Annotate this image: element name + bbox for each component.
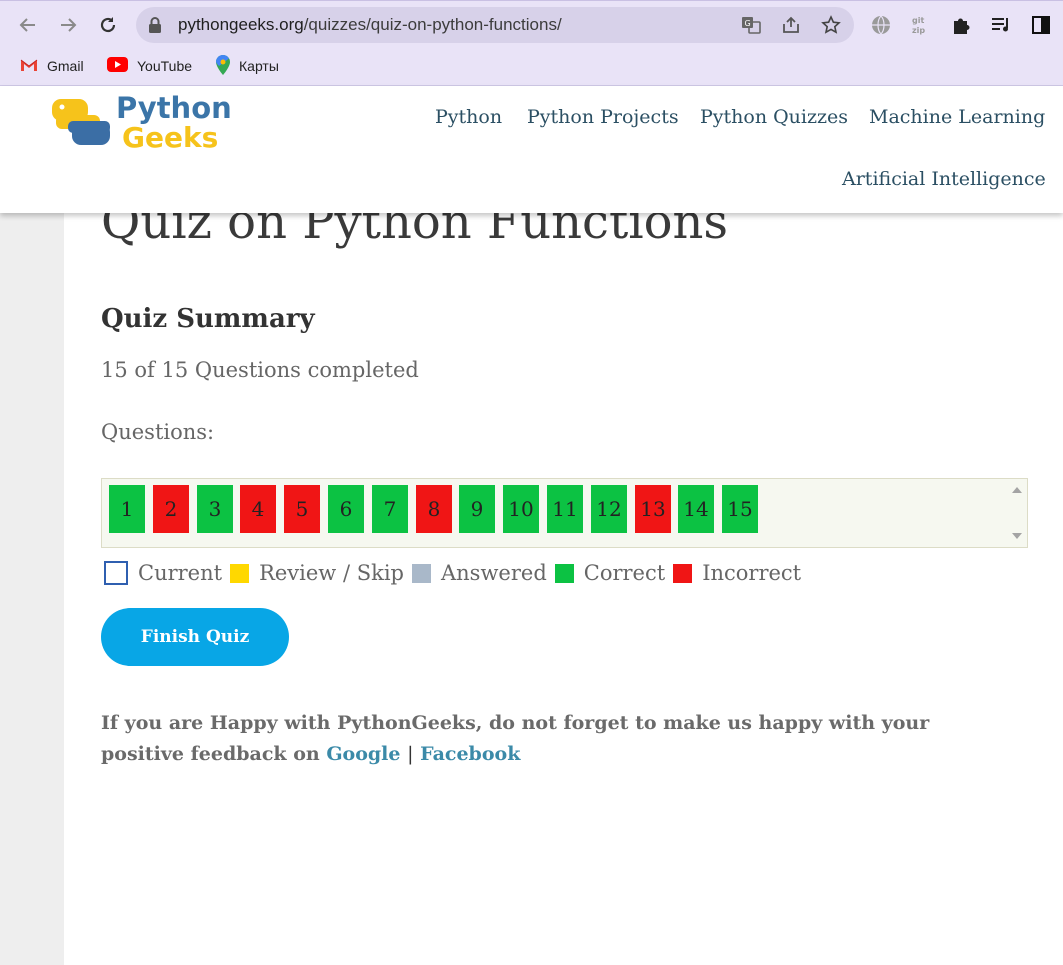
media-playlist-icon[interactable] [989,13,1013,37]
question-8-button[interactable]: 8 [416,485,452,533]
link-separator: | [407,743,414,765]
legend-answered-swatch [411,563,431,583]
logo-text-geeks: Geeks [122,121,219,154]
legend-incorrect-label: Incorrect [702,561,802,585]
question-1-button[interactable]: 1 [109,485,145,533]
question-15-button[interactable]: 15 [722,485,758,533]
scroll-up-arrow-icon[interactable] [1012,487,1022,493]
question-2-button[interactable]: 2 [153,485,189,533]
globe-extension-icon[interactable] [869,13,893,37]
address-bar[interactable]: pythongeeks.org/quizzes/quiz-on-python-f… [136,7,854,43]
question-10-button[interactable]: 10 [503,485,539,533]
questions-label: Questions: [101,420,215,444]
maps-icon [216,54,230,78]
bookmark-maps[interactable]: Карты [216,54,279,78]
nav-artificial-intelligence[interactable]: Artificial Intelligence [842,168,1046,190]
legend-review-label: Review / Skip [259,561,404,585]
nav-python[interactable]: Python [435,106,502,128]
legend-correct-label: Correct [583,561,666,585]
questions-completed-text: 15 of 15 Questions completed [101,358,419,382]
side-panel-icon[interactable] [1029,13,1053,37]
legend-current-label: Current [138,561,223,585]
question-7-button[interactable]: 7 [372,485,408,533]
bookmark-youtube[interactable]: YouTube [107,55,192,77]
question-9-button[interactable]: 9 [459,485,495,533]
page-left-margin [0,86,64,965]
legend-review-swatch [230,563,250,583]
scroll-down-arrow-icon[interactable] [1012,533,1022,539]
legend-current-swatch [104,561,128,585]
question-14-button[interactable]: 14 [678,485,714,533]
bookmark-gmail[interactable]: Gmail [20,55,84,77]
lock-icon [148,16,162,38]
logo-text-python: Python [116,91,232,125]
finish-quiz-button[interactable]: Finish Quiz [101,608,289,666]
nav-python-projects[interactable]: Python Projects [527,106,679,128]
question-list-panel: 1 2 3 4 5 6 7 8 9 10 11 12 13 14 15 [101,478,1028,548]
puzzle-extensions-icon[interactable] [949,13,973,37]
legend-incorrect-swatch [673,563,693,583]
share-icon[interactable] [780,14,802,36]
status-legend: Current Review / Skip Answered Correct I… [104,560,809,586]
svg-text:git: git [912,16,924,25]
forward-arrow-icon[interactable] [54,11,82,39]
bookmarks-bar: Gmail YouTube Карты [0,48,1063,86]
gmail-icon [20,58,38,75]
site-header: Python Geeks Python Python Projects Pyth… [0,86,1063,213]
site-logo[interactable]: Python Geeks [50,91,232,154]
question-11-button[interactable]: 11 [547,485,583,533]
question-5-button[interactable]: 5 [284,485,320,533]
bookmark-star-icon[interactable] [820,14,842,36]
feedback-message: If you are Happy with PythonGeeks, do no… [101,708,981,770]
browser-toolbar: pythongeeks.org/quizzes/quiz-on-python-f… [0,0,1063,48]
gitzip-extension-icon[interactable]: git zip [909,13,933,37]
legend-answered-label: Answered [440,561,547,585]
python-logo-icon [52,99,110,145]
question-3-button[interactable]: 3 [197,485,233,533]
nav-machine-learning[interactable]: Machine Learning [869,106,1045,128]
legend-correct-swatch [554,563,574,583]
nav-python-quizzes[interactable]: Python Quizzes [700,106,848,128]
youtube-icon [107,57,128,75]
google-link[interactable]: Google [326,743,400,765]
question-4-button[interactable]: 4 [240,485,276,533]
back-arrow-icon[interactable] [14,11,42,39]
url-text: pythongeeks.org/quizzes/quiz-on-python-f… [178,15,562,34]
reload-icon[interactable] [94,11,122,39]
quiz-summary-heading: Quiz Summary [101,304,315,334]
svg-text:zip: zip [912,26,925,35]
facebook-link[interactable]: Facebook [420,743,520,765]
question-13-button[interactable]: 13 [635,485,671,533]
question-6-button[interactable]: 6 [328,485,364,533]
translate-icon[interactable]: G [740,14,762,36]
question-12-button[interactable]: 12 [591,485,627,533]
svg-text:G: G [745,19,751,28]
